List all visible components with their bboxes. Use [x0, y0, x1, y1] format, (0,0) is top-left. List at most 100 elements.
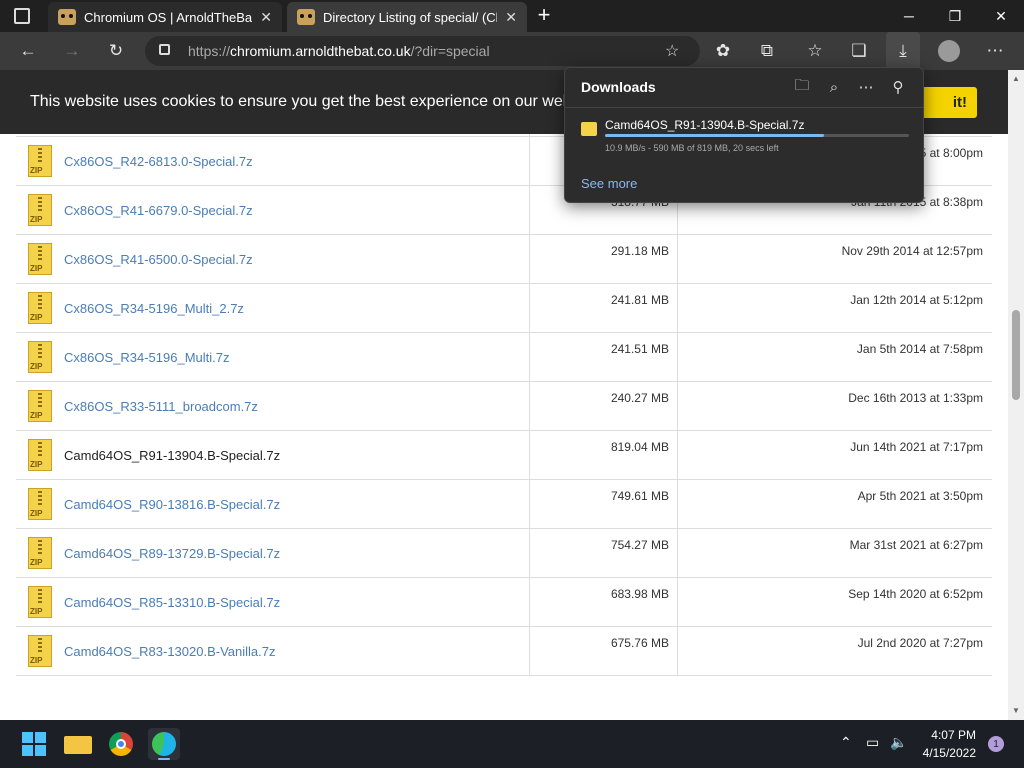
add-favorite-icon[interactable]: ☆: [665, 41, 679, 61]
site-favicon-icon: [297, 9, 315, 25]
volume-icon[interactable]: 🔈: [890, 734, 907, 751]
scroll-up-icon[interactable]: ▲: [1012, 74, 1020, 83]
zip-file-icon: [28, 145, 52, 177]
start-tile: [35, 745, 46, 756]
name-cell: Cx86OS_R34-5196_Multi.7z: [16, 333, 530, 382]
size-cell: 749.61 MB: [530, 480, 678, 529]
name-cell: Cx86OS_R41-6500.0-Special.7z: [16, 235, 530, 284]
extension-puzzle-icon[interactable]: ✿: [706, 32, 740, 70]
open-folder-icon[interactable]: 🗀: [789, 76, 815, 98]
forward-icon[interactable]: →: [55, 32, 89, 70]
avatar-circle-icon: [938, 40, 960, 62]
size-cell: 754.27 MB: [530, 529, 678, 578]
see-more-link[interactable]: See more: [581, 176, 637, 191]
download-status: 10.9 MB/s - 590 MB of 819 MB, 20 secs le…: [605, 143, 779, 153]
url-path: /?dir=special: [410, 43, 490, 59]
start-tile: [22, 732, 33, 743]
chrome-icon[interactable]: [105, 728, 137, 760]
file-link[interactable]: Camd64OS_R90-13816.B-Special.7z: [64, 497, 280, 512]
zip-file-icon: [28, 586, 52, 618]
file-date: Nov 29th 2014 at 12:57pm: [841, 244, 983, 258]
file-link[interactable]: Camd64OS_R85-13310.B-Special.7z: [64, 595, 280, 610]
favorites-icon[interactable]: ☆: [798, 32, 832, 70]
size-cell: 241.51 MB: [530, 333, 678, 382]
file-date: 5 at 8:00pm: [919, 146, 983, 160]
size-cell: 240.27 MB: [530, 382, 678, 431]
file-link[interactable]: Camd64OS_R89-13729.B-Special.7z: [64, 546, 280, 561]
restore-button[interactable]: ❐: [932, 0, 978, 32]
file-size: 683.98 MB: [610, 587, 669, 601]
file-link[interactable]: Camd64OS_R91-13904.B-Special.7z: [64, 448, 280, 463]
file-link[interactable]: Camd64OS_R83-13020.B-Vanilla.7z: [64, 644, 276, 659]
file-date: Dec 16th 2013 at 1:33pm: [848, 391, 983, 405]
table-row: Camd64OS_R90-13816.B-Special.7z 749.61 MB…: [16, 480, 992, 529]
file-explorer-icon[interactable]: [62, 728, 94, 760]
clock-time[interactable]: 4:07 PM: [918, 728, 976, 742]
extensions-icon[interactable]: ⧉: [750, 32, 784, 70]
download-progress-bar: [605, 134, 909, 137]
back-icon[interactable]: ←: [11, 32, 45, 70]
tab-title: Directory Listing of special/ (Chro: [323, 9, 498, 25]
table-row: Cx86OS_R34-5196_Multi.7z 241.51 MB Jan 5th…: [16, 333, 992, 382]
collections-icon[interactable]: ❏: [842, 32, 876, 70]
file-date: Mar 31st 2021 at 6:27pm: [849, 538, 983, 552]
file-link[interactable]: Cx86OS_R41-6500.0-Special.7z: [64, 252, 253, 267]
name-cell: Camd64OS_R89-13729.B-Special.7z: [16, 529, 530, 578]
downloads-icon[interactable]: ⤓: [886, 32, 920, 70]
scrollbar-thumb[interactable]: [1012, 310, 1020, 400]
search-icon[interactable]: ⌕: [821, 76, 847, 98]
zip-file-icon: [28, 390, 52, 422]
lock-icon[interactable]: [159, 44, 170, 55]
minimize-button[interactable]: ─: [886, 0, 932, 32]
start-tile: [22, 745, 33, 756]
name-cell: Camd64OS_R85-13310.B-Special.7z: [16, 578, 530, 627]
file-link[interactable]: Cx86OS_R34-5196_Multi.7z: [64, 350, 229, 365]
profile-avatar[interactable]: [932, 32, 966, 70]
zip-file-icon: [28, 537, 52, 569]
browser-toolbar: ← → ↻ https://chromium.arnoldthebat.co.u…: [0, 32, 1024, 70]
edge-icon[interactable]: [148, 728, 180, 760]
file-link[interactable]: Cx86OS_R33-5111_broadcom.7z: [64, 399, 258, 414]
more-options-icon[interactable]: ⋯: [853, 76, 879, 98]
pin-icon[interactable]: ⚲: [885, 76, 911, 98]
tab-close-icon[interactable]: ✕: [505, 9, 517, 26]
tab-actions-icon[interactable]: [14, 8, 30, 24]
notification-badge[interactable]: 1: [988, 736, 1004, 752]
tab-close-icon[interactable]: ✕: [260, 9, 272, 26]
divider: [565, 107, 923, 108]
active-indicator: [158, 758, 170, 760]
size-cell: 819.04 MB: [530, 431, 678, 480]
download-filename[interactable]: Camd64OS_R91-13904.B-Special.7z: [605, 118, 804, 132]
downloads-title: Downloads: [581, 79, 656, 95]
size-cell: 683.98 MB: [530, 578, 678, 627]
windows-start-icon[interactable]: [18, 728, 50, 760]
name-cell: Camd64OS_R91-13904.B-Special.7z: [16, 431, 530, 480]
taskbar: ⌃ ▭ 🔈 4:07 PM 4/15/2022: [0, 720, 1024, 768]
new-tab-button[interactable]: +: [532, 2, 556, 30]
url-text[interactable]: https://chromium.arnoldthebat.co.uk/?dir…: [188, 43, 490, 59]
file-link[interactable]: Cx86OS_R34-5196_Multi_2.7z: [64, 301, 244, 316]
file-size: 675.76 MB: [610, 636, 669, 650]
chevron-up-icon[interactable]: ⌃: [840, 734, 852, 751]
tab-chromium-os[interactable]: Chromium OS | ArnoldTheBats Web ✕: [48, 2, 282, 32]
file-link[interactable]: Cx86OS_R41-6679.0-Special.7z: [64, 203, 253, 218]
table-row: Cx86OS_R33-5111_broadcom.7z 240.27 MB Dec …: [16, 382, 992, 431]
zip-file-icon: [28, 341, 52, 373]
page-scrollbar[interactable]: ▲ ▼: [1008, 70, 1024, 720]
size-cell: 675.76 MB: [530, 627, 678, 676]
file-size: 291.18 MB: [610, 244, 669, 258]
file-size: 241.51 MB: [610, 342, 669, 356]
clock-date[interactable]: 4/15/2022: [918, 746, 976, 760]
network-icon[interactable]: ▭: [866, 734, 879, 751]
refresh-icon[interactable]: ↻: [99, 32, 133, 70]
more-menu-icon[interactable]: ⋯: [978, 32, 1012, 70]
cookie-text: This website uses cookies to ensure you …: [30, 93, 601, 110]
address-bar[interactable]: https://chromium.arnoldthebat.co.uk/?dir…: [145, 36, 700, 66]
file-link[interactable]: Cx86OS_R42-6813.0-Special.7z: [64, 154, 253, 169]
scroll-down-icon[interactable]: ▼: [1012, 706, 1020, 715]
zip-file-icon: [28, 243, 52, 275]
chrome-center: [116, 739, 126, 749]
close-window-button[interactable]: ✕: [978, 0, 1024, 32]
file-date: Sep 14th 2020 at 6:52pm: [848, 587, 983, 601]
tab-directory-listing[interactable]: Directory Listing of special/ (Chro ✕: [287, 2, 527, 32]
